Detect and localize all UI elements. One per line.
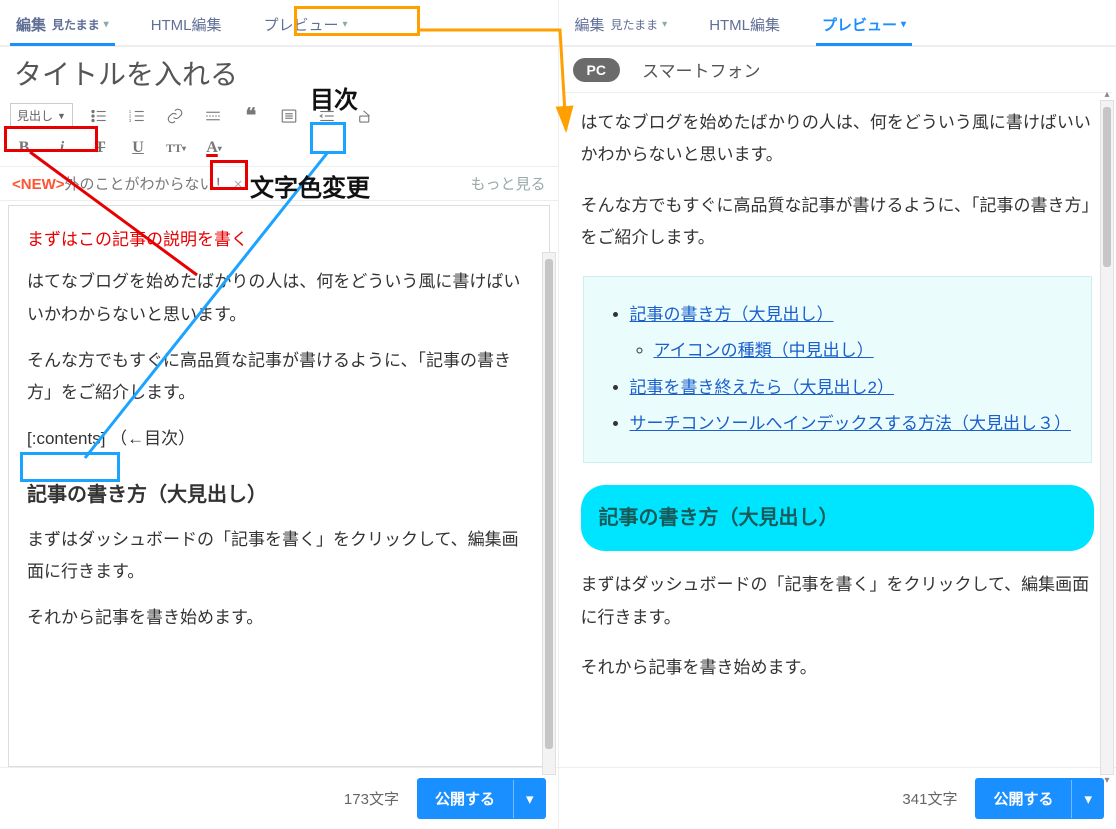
notice-close[interactable]: × bbox=[234, 176, 243, 193]
tab-preview-label: プレビュー bbox=[822, 14, 897, 35]
title-area bbox=[0, 47, 558, 99]
toc-item: 記事の書き方（大見出し） アイコンの種類（中見出し） bbox=[630, 299, 1070, 368]
publish-caret-icon[interactable]: ▾ bbox=[1071, 780, 1104, 818]
tab-edit-small: 見たまま bbox=[611, 16, 659, 33]
publish-button[interactable]: 公開する ▾ bbox=[417, 778, 546, 819]
preview-p2: そんな方でもすぐに高品質な記事が書けるように、「記事の書き方」をご紹介します。 bbox=[581, 190, 1095, 255]
preview-tabs: 編集 見たまま ▾ HTML編集 プレビュー ▾ bbox=[559, 0, 1116, 47]
toc-box: 記事の書き方（大見出し） アイコンの種類（中見出し） 記事を書き終えたら（大見出… bbox=[583, 276, 1093, 463]
char-count: 173文字 bbox=[344, 788, 399, 809]
publish-label: 公開する bbox=[975, 778, 1071, 819]
tab-html-label: HTML編集 bbox=[709, 14, 780, 35]
toolbar-row1: 見出し ▼ 123 ❝ bbox=[0, 99, 558, 134]
toc-item: 記事を書き終えたら（大見出し2） bbox=[630, 372, 1070, 404]
publish-label: 公開する bbox=[417, 778, 513, 819]
heading-select[interactable]: 見出し ▼ bbox=[10, 103, 73, 128]
strike-icon[interactable]: T bbox=[88, 136, 112, 160]
heading-select-label: 見出し bbox=[17, 107, 53, 124]
editor-body[interactable]: まずはこの記事の説明を書く はてなブログを始めたばかりの人は、何をどういう風に書… bbox=[8, 205, 550, 767]
notice-more[interactable]: もっと見る bbox=[470, 173, 545, 194]
preview-pane: 編集 見たまま ▾ HTML編集 プレビュー ▾ PC スマートフォン はてなブ… bbox=[559, 0, 1116, 829]
scrollbar-thumb[interactable] bbox=[545, 259, 553, 749]
tab-edit-label: 編集 bbox=[16, 14, 46, 35]
tab-edit[interactable]: 編集 見たまま ▾ bbox=[569, 8, 674, 45]
tab-edit-small: 見たまま bbox=[52, 16, 100, 33]
subtab-pc[interactable]: PC bbox=[573, 58, 620, 82]
toc-link[interactable]: 記事を書き終えたら（大見出し2） bbox=[630, 378, 894, 397]
bold-icon[interactable]: B bbox=[12, 136, 36, 160]
toc-link[interactable]: 記事の書き方（大見出し） bbox=[630, 305, 834, 324]
toc-link[interactable]: サーチコンソールへインデックスする方法（大見出し３） bbox=[630, 414, 1072, 433]
editor-p1: はてなブログを始めたばかりの人は、何をどういう風に書けばいいかわからないと思いま… bbox=[27, 266, 531, 331]
tab-preview-label: プレビュー bbox=[264, 14, 339, 35]
italic-icon[interactable]: i bbox=[50, 136, 74, 160]
preview-p4: それから記事を書き始めます。 bbox=[581, 652, 1095, 684]
editor-footer: 173文字 公開する ▾ bbox=[0, 767, 558, 829]
chevron-down-icon: ▼ bbox=[57, 111, 66, 121]
toc-link[interactable]: アイコンの種類（中見出し） bbox=[654, 341, 874, 360]
notice-bar: <NEW>外のことがわからない！ × もっと見る bbox=[0, 166, 558, 201]
tab-preview[interactable]: プレビュー ▾ bbox=[816, 8, 912, 45]
notice-new-badge: <NEW> bbox=[12, 176, 65, 193]
font-color-icon[interactable]: A▾ bbox=[202, 136, 226, 160]
toolbar-row2: B i T U TT▾ A▾ bbox=[0, 134, 558, 166]
preview-h3: 記事の書き方（大見出し） bbox=[581, 485, 1095, 551]
scrollbar[interactable] bbox=[542, 252, 556, 775]
editor-p3: まずはダッシュボードの「記事を書く」をクリックして、編集画面に行きます。 bbox=[27, 524, 531, 589]
tab-edit-label: 編集 bbox=[575, 14, 605, 35]
subtab-smartphone[interactable]: スマートフォン bbox=[642, 57, 761, 82]
scroll-up-icon[interactable]: ▴ bbox=[1101, 89, 1113, 100]
chevron-down-icon: ▾ bbox=[662, 19, 667, 30]
preview-p1: はてなブログを始めたばかりの人は、何をどういう風に書けばいいかわからないと思いま… bbox=[581, 107, 1095, 172]
contents-tag: [:contents] bbox=[27, 429, 105, 448]
editor-contents-line: [:contents] （←目次） bbox=[27, 423, 531, 455]
preview-footer: 341文字 公開する ▾ bbox=[559, 767, 1116, 829]
scrollbar-thumb[interactable] bbox=[1103, 107, 1111, 267]
publish-caret-icon[interactable]: ▾ bbox=[513, 780, 546, 818]
title-input[interactable] bbox=[14, 57, 544, 89]
preview-p3: まずはダッシュボードの「記事を書く」をクリックして、編集画面に行きます。 bbox=[581, 569, 1095, 634]
quote-icon[interactable]: ❝ bbox=[239, 104, 263, 128]
tab-html[interactable]: HTML編集 bbox=[703, 8, 786, 45]
chevron-down-icon: ▾ bbox=[104, 19, 109, 30]
notice-text: <NEW>外のことがわからない！ × bbox=[12, 173, 242, 194]
editor-tabs: 編集 見たまま ▾ HTML編集 プレビュー ▾ bbox=[0, 0, 558, 47]
tab-html-label: HTML編集 bbox=[151, 14, 222, 35]
editor-pane: 編集 見たまま ▾ HTML編集 プレビュー ▾ 見出し ▼ 123 bbox=[0, 0, 559, 829]
editor-h3: 記事の書き方（大見出し） bbox=[27, 476, 531, 514]
toc-item: サーチコンソールへインデックスする方法（大見出し３） bbox=[630, 408, 1070, 440]
font-size-icon[interactable]: TT▾ bbox=[164, 136, 188, 160]
editor-p2: そんな方でもすぐに高品質な記事が書けるように、「記事の書き方」をご紹介します。 bbox=[27, 345, 531, 410]
ordered-list-icon[interactable]: 123 bbox=[125, 104, 149, 128]
toc-icon[interactable] bbox=[277, 104, 301, 128]
editor-p4: それから記事を書き始めます。 bbox=[27, 602, 531, 634]
preview-body: はてなブログを始めたばかりの人は、何をどういう風に書けばいいかわからないと思いま… bbox=[563, 92, 1113, 767]
link-icon[interactable] bbox=[163, 104, 187, 128]
unordered-list-icon[interactable] bbox=[87, 104, 111, 128]
publish-button[interactable]: 公開する ▾ bbox=[975, 778, 1104, 819]
scroll-down-icon[interactable]: ▾ bbox=[1101, 775, 1113, 786]
read-more-icon[interactable] bbox=[201, 104, 225, 128]
outdent-icon[interactable] bbox=[315, 104, 339, 128]
tab-html[interactable]: HTML編集 bbox=[145, 8, 228, 45]
contents-note: （←目次） bbox=[110, 429, 195, 448]
scrollbar[interactable]: ▴ ▾ bbox=[1100, 100, 1114, 775]
notice-body: 外のことがわからない！ bbox=[65, 176, 230, 193]
preview-subtabs: PC スマートフォン bbox=[559, 47, 1116, 92]
tab-preview[interactable]: プレビュー ▾ bbox=[258, 8, 354, 45]
editor-red-line: まずはこの記事の説明を書く bbox=[27, 224, 531, 256]
chevron-down-icon: ▾ bbox=[343, 19, 348, 30]
char-count: 341文字 bbox=[902, 788, 957, 809]
tab-edit[interactable]: 編集 見たまま ▾ bbox=[10, 8, 115, 45]
chevron-down-icon: ▾ bbox=[901, 19, 906, 30]
svg-text:3: 3 bbox=[129, 118, 132, 123]
underline-icon[interactable]: U bbox=[126, 136, 150, 160]
toc-item: アイコンの種類（中見出し） bbox=[654, 335, 1070, 367]
clear-format-icon[interactable] bbox=[353, 104, 377, 128]
